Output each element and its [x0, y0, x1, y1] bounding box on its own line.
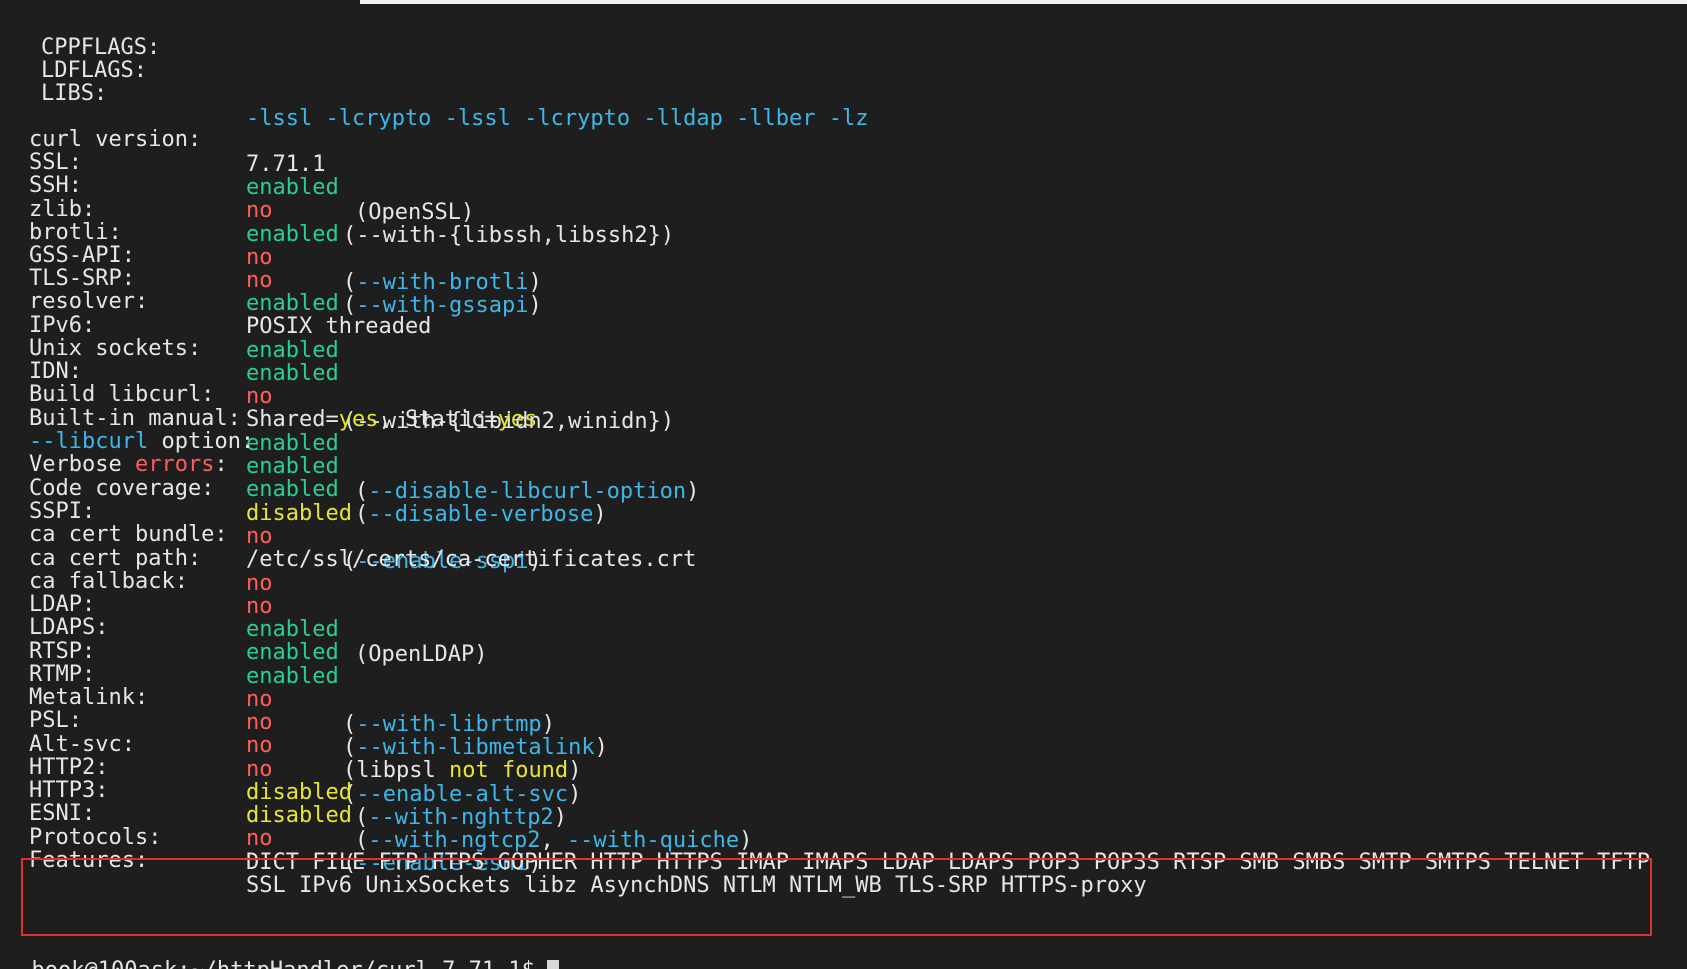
output-line-esni: ESNI: no (--enable-esni) — [0, 776, 542, 876]
output-line-curl-version: curl version: 7.71.1 — [0, 102, 325, 177]
output-line-resolver: resolver: POSIX threaded — [0, 264, 431, 339]
line-key: LDFLAGS: — [41, 58, 147, 83]
status-value: enabled — [246, 222, 339, 247]
output-line-metalink: Metalink: no (--with-libmetalink) — [0, 660, 608, 760]
status-value: enabled — [246, 640, 339, 665]
window-top-edge — [0, 0, 1687, 4]
output-line-libs: LIBS: -lssl -lcrypto -lssl -lcrypto -lld… — [0, 56, 869, 131]
status-value: no — [246, 826, 273, 851]
line-key: Build libcurl: — [29, 382, 215, 407]
output-line-verbose-errors: Verbose errors: enabled (--disable-verbo… — [0, 427, 607, 527]
status-value: no — [246, 524, 273, 549]
line-key: CPPFLAGS: — [41, 35, 161, 60]
output-line-http3: HTTP3: disabled (--with-ngtcp2, --with-q… — [0, 753, 752, 853]
output-line-http2: HTTP2: disabled (--with-nghttp2) — [0, 730, 567, 830]
status-note: (OpenLDAP) — [355, 642, 488, 667]
status-note: (--with-librtmp) — [343, 712, 555, 737]
status-value: no — [246, 757, 273, 782]
output-line-ca-fallback: ca fallback: no — [0, 544, 273, 619]
status-value: enabled — [246, 477, 339, 502]
status-value: no — [246, 594, 273, 619]
output-line-code-coverage: Code coverage: disabled — [0, 451, 352, 526]
output-line-libcurl-option: --libcurl option: enabled (--disable-lib… — [0, 404, 699, 504]
line-key: Unix sockets: — [29, 336, 202, 361]
output-line-tls-srp: TLS-SRP: enabled — [0, 241, 339, 316]
line-key: Verbose errors: — [29, 452, 228, 477]
status-value: no — [246, 245, 273, 270]
build-libcurl-value: Shared=yes, Static=yes — [246, 407, 538, 432]
status-value: no — [246, 268, 273, 293]
status-note: (--with-nghttp2) — [355, 805, 567, 830]
status-value: no — [246, 710, 273, 735]
line-key: Built-in manual: — [29, 406, 241, 431]
status-value: enabled — [246, 361, 339, 386]
status-note: (libpsl not found) — [343, 758, 582, 783]
output-line-brotli: brotli: no (--with-brotli) — [0, 195, 542, 295]
curl-version-value: 7.71.1 — [246, 152, 326, 177]
output-line-ldap: LDAP: enabled (OpenLDAP) — [0, 567, 487, 667]
output-line-ldaps: LDAPS: enabled — [0, 590, 339, 665]
output-line-idn: IDN: no (--with-{libidn2,winidn}) — [0, 334, 674, 434]
output-line-rtsp: RTSP: enabled — [0, 614, 339, 689]
shell-prompt[interactable]: book@100ask:~/httpHandler/curl-7.71.1$ — [5, 933, 559, 969]
status-note: (--with-{libssh,libssh2}) — [343, 223, 675, 248]
output-line-unix-sockets: Unix sockets: enabled — [0, 311, 339, 386]
output-line-rtmp: RTMP: no (--with-librtmp) — [0, 637, 555, 737]
status-value: no — [246, 384, 273, 409]
line-key: ca cert bundle: — [29, 522, 228, 547]
output-line-ssh: SSH: no (--with-{libssh,libssh2}) — [0, 148, 674, 248]
resolver-value: POSIX threaded — [246, 314, 432, 339]
status-note: (OpenSSL) — [355, 200, 475, 225]
output-line-gssapi: GSS-API: no (--with-gssapi) — [0, 218, 542, 318]
line-key: ca cert path: — [29, 546, 202, 571]
status-value: no — [246, 733, 273, 758]
output-line-protocols: Protocols: DICT FILE FTP FTPS GOPHER HTT… — [0, 800, 1650, 875]
output-line-psl: PSL: no (libpsl not found) — [0, 683, 581, 783]
status-note: (--enable-alt-svc) — [343, 782, 582, 807]
status-value: disabled — [246, 803, 352, 828]
highlight-annotation-box — [21, 858, 1652, 936]
libs-value: -lssl -lcrypto -lssl -lcrypto -lldap -ll… — [246, 106, 869, 131]
output-line-zlib: zlib: enabled — [0, 172, 339, 247]
line-key: Code coverage: — [29, 476, 215, 501]
output-line-cppflags: CPPFLAGS: — [0, 10, 160, 60]
output-line-ipv6: IPv6: enabled — [0, 288, 339, 363]
status-note: (--disable-verbose) — [355, 502, 607, 527]
status-value: disabled — [246, 501, 352, 526]
prompt-text: book@100ask:~/httpHandler/curl-7.71.1$ — [32, 958, 535, 969]
output-line-ca-cert-path: ca cert path: no — [0, 521, 273, 596]
status-value: enabled — [246, 431, 339, 456]
output-line-builtin-manual: Built-in manual: enabled — [0, 381, 339, 456]
status-value: enabled — [246, 664, 339, 689]
line-key: --libcurl option: — [29, 429, 255, 454]
output-line-build-libcurl: Build libcurl: Shared=yes, Static=yes — [0, 357, 537, 432]
status-value: enabled — [246, 617, 339, 642]
status-value: no — [246, 198, 273, 223]
output-line-ssl: SSL: enabled (OpenSSL) — [0, 125, 474, 225]
output-line-features: Features: SSL IPv6 UnixSockets libz Asyn… — [0, 823, 1147, 898]
status-note: (--with-libmetalink) — [343, 735, 608, 760]
line-key: curl version: — [29, 127, 202, 152]
status-value: no — [246, 687, 273, 712]
status-value: disabled — [246, 780, 352, 805]
output-line-alt-svc: Alt-svc: no (--enable-alt-svc) — [0, 707, 581, 807]
status-note: (--with-brotli) — [343, 270, 542, 295]
text-cursor — [546, 960, 559, 969]
ca-bundle-path: /etc/ssl/certs/ca-certificates.crt — [246, 547, 697, 572]
status-value: enabled — [246, 175, 339, 200]
status-value: enabled — [246, 454, 339, 479]
output-line-ca-cert-bundle: ca cert bundle: /etc/ssl/certs/ca-certif… — [0, 497, 696, 572]
status-value: no — [246, 571, 273, 596]
output-line-ldflags: LDFLAGS: — [0, 33, 147, 83]
titlebar-fragment — [360, 0, 1687, 4]
output-line-sspi: SSPI: no (--enable-sspi) — [0, 474, 542, 574]
status-note: (--disable-libcurl-option) — [355, 479, 700, 504]
status-value: enabled — [246, 338, 339, 363]
status-value: enabled — [246, 291, 339, 316]
